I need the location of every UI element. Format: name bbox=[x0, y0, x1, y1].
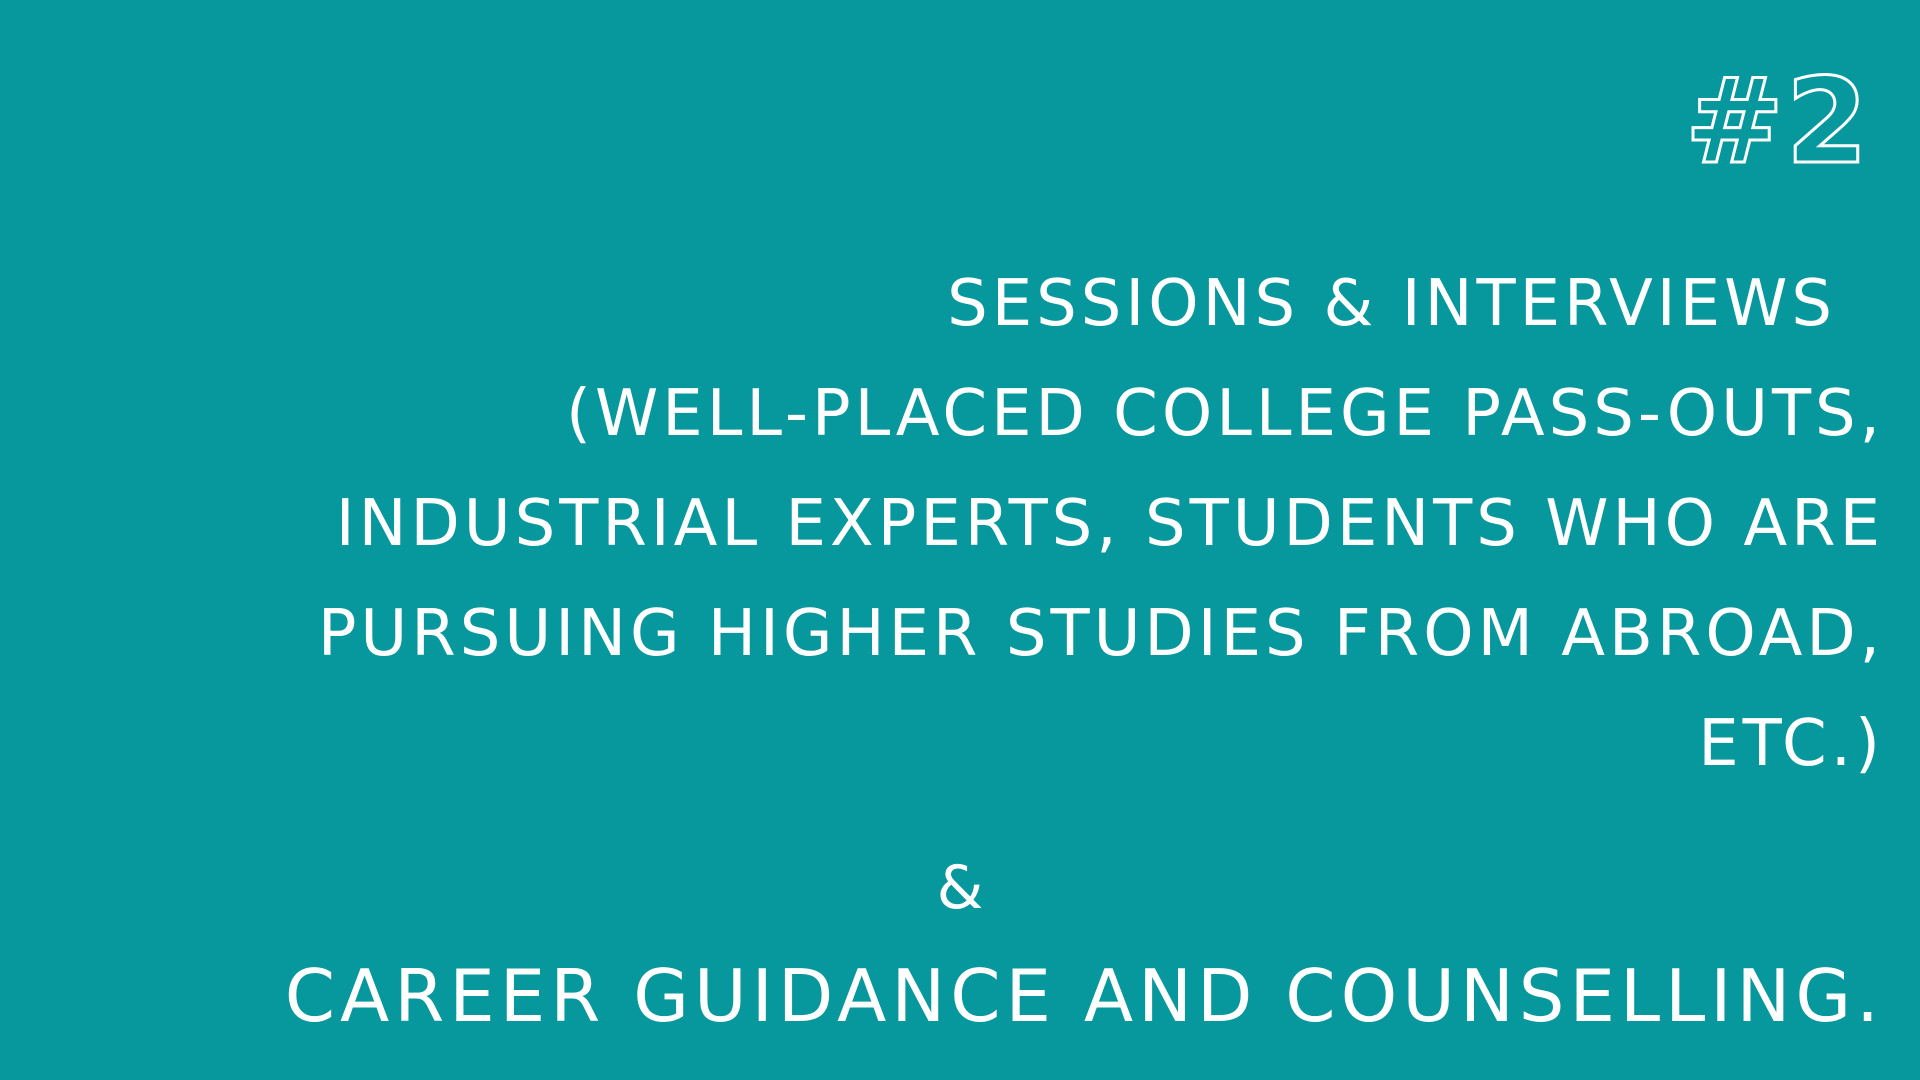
closing-line: CAREER GUIDANCE AND COUNSELLING. bbox=[284, 954, 1884, 1038]
detail-line-2: INDUSTRIAL EXPERTS, STUDENTS WHO ARE bbox=[335, 487, 1884, 561]
heading-line: SESSIONS & INTERVIEWS bbox=[947, 267, 1836, 341]
detail-line-3: PURSUING HIGHER STUDIES FROM ABROAD, bbox=[317, 597, 1884, 671]
slide-number-badge: #2 bbox=[1684, 52, 1870, 190]
body-text: SESSIONS & INTERVIEWS (WELL-PLACED COLLE… bbox=[0, 272, 1884, 822]
detail-line-1: (WELL-PLACED COLLEGE PASS-OUTS, bbox=[566, 377, 1884, 451]
connector-ampersand: & bbox=[936, 853, 984, 923]
detail-line-4: ETC.) bbox=[1698, 707, 1884, 781]
